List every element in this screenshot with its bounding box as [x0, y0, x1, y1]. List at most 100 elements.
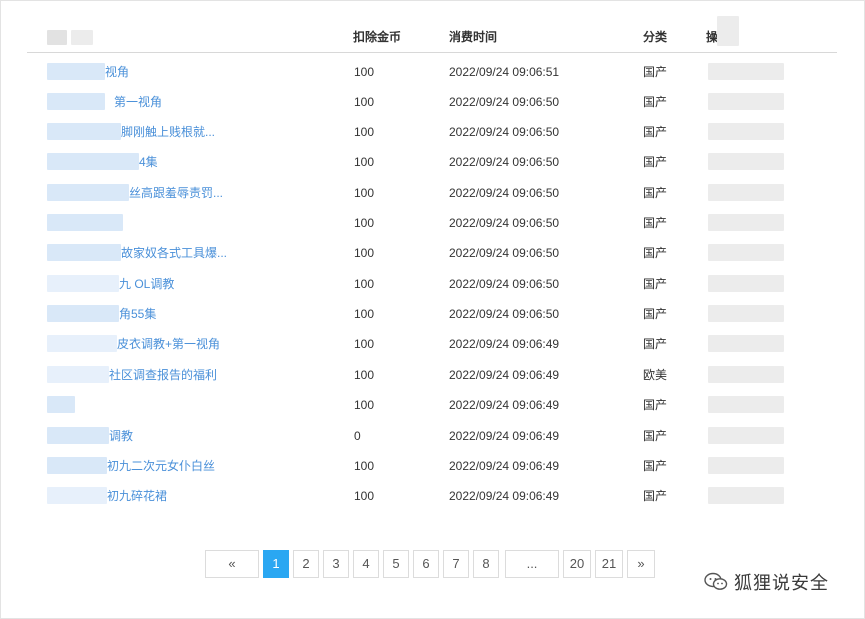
row-title-link[interactable]: 调教	[109, 429, 133, 443]
redacted-action[interactable]	[708, 457, 784, 474]
page-button-21[interactable]: 21	[595, 550, 623, 578]
row-title-link[interactable]: 4集	[139, 155, 158, 169]
page-button-3[interactable]: 3	[323, 550, 349, 578]
redacted-title	[47, 427, 109, 444]
redacted-action[interactable]	[708, 366, 784, 383]
table-row: 100 2022/09/24 09:06:49 国产	[0, 390, 865, 420]
table-row: 4集 100 2022/09/24 09:06:50 国产	[0, 147, 865, 177]
row-title-link[interactable]: 皮衣调教+第一视角	[117, 337, 220, 351]
redacted-action[interactable]	[708, 244, 784, 261]
row-coins: 100	[354, 398, 375, 412]
redacted-header-action	[717, 16, 739, 46]
row-coins: 100	[354, 337, 375, 351]
table-row: 调教 0 2022/09/24 09:06:49 国产	[0, 421, 865, 451]
row-title-link[interactable]: 故家奴各式工具爆...	[121, 246, 227, 260]
row-title-link[interactable]: 丝高跟羞辱责罚...	[129, 186, 223, 200]
table-row: 丝高跟羞辱责罚... 100 2022/09/24 09:06:50 国产	[0, 178, 865, 208]
table-row: 视角 100 2022/09/24 09:06:51 国产	[0, 57, 865, 87]
redacted-action[interactable]	[708, 305, 784, 322]
row-time: 2022/09/24 09:06:50	[449, 186, 560, 200]
row-time: 2022/09/24 09:06:51	[449, 65, 560, 79]
redacted-title	[47, 335, 117, 352]
row-time: 2022/09/24 09:06:49	[449, 398, 560, 412]
redacted-action[interactable]	[708, 63, 784, 80]
redacted-action[interactable]	[708, 396, 784, 413]
redacted-action[interactable]	[708, 93, 784, 110]
row-category: 国产	[643, 95, 668, 109]
row-coins: 100	[354, 459, 375, 473]
row-coins: 100	[354, 216, 375, 230]
page-button-20[interactable]: 20	[563, 550, 591, 578]
row-time: 2022/09/24 09:06:49	[449, 489, 560, 503]
redacted-action[interactable]	[708, 487, 784, 504]
row-title-link[interactable]: 第一视角	[114, 95, 162, 109]
row-title-link[interactable]: 社区调查报告的福利	[109, 368, 217, 382]
redacted-title	[47, 305, 119, 322]
header-category: 分类	[643, 30, 668, 44]
page-button-1[interactable]: 1	[263, 550, 289, 578]
table-row: 社区调查报告的福利 100 2022/09/24 09:06:49 欧美	[0, 360, 865, 390]
redacted-title	[47, 93, 105, 110]
redacted-action[interactable]	[708, 275, 784, 292]
redacted-header-title-2	[71, 30, 93, 45]
redacted-title	[47, 487, 107, 504]
table-row: 初九二次元女仆白丝 100 2022/09/24 09:06:49 国产	[0, 451, 865, 481]
redacted-action[interactable]	[708, 123, 784, 140]
row-time: 2022/09/24 09:06:50	[449, 277, 560, 291]
table-header: 扣除金币 消费时间 分类 操	[27, 16, 837, 53]
row-coins: 100	[354, 246, 375, 260]
row-time: 2022/09/24 09:06:49	[449, 337, 560, 351]
row-category: 国产	[643, 459, 668, 473]
row-title-link[interactable]: 初九碎花裙	[107, 489, 167, 503]
redacted-action[interactable]	[708, 153, 784, 170]
redacted-action[interactable]	[708, 335, 784, 352]
row-coins: 100	[354, 155, 375, 169]
page-button-7[interactable]: 7	[443, 550, 469, 578]
page-button-6[interactable]: 6	[413, 550, 439, 578]
redacted-title	[47, 153, 139, 170]
row-title-link[interactable]: 九 OL调教	[119, 277, 174, 291]
row-title-link[interactable]: 脚刚触上贱根就...	[121, 125, 215, 139]
redacted-action[interactable]	[708, 214, 784, 231]
page-button-8[interactable]: 8	[473, 550, 499, 578]
header-coins: 扣除金币	[353, 30, 402, 44]
redacted-title	[47, 63, 105, 80]
row-category: 国产	[643, 337, 668, 351]
page-ellipsis: ...	[505, 550, 559, 578]
row-category: 国产	[643, 186, 668, 200]
page-prev-button[interactable]: «	[205, 550, 259, 578]
redacted-title	[47, 123, 121, 140]
redacted-title	[47, 396, 75, 413]
page-next-button[interactable]: »	[627, 550, 655, 578]
row-category: 国产	[643, 65, 668, 79]
row-category: 国产	[643, 155, 668, 169]
table-row: 皮衣调教+第一视角 100 2022/09/24 09:06:49 国产	[0, 329, 865, 359]
page-button-5[interactable]: 5	[383, 550, 409, 578]
row-title-link[interactable]: 初九二次元女仆白丝	[107, 459, 215, 473]
redacted-title	[47, 457, 107, 474]
table-row: 100 2022/09/24 09:06:50 国产	[0, 208, 865, 238]
table-row: 第一视角 100 2022/09/24 09:06:50 国产	[0, 87, 865, 117]
row-coins: 100	[354, 489, 375, 503]
redacted-action[interactable]	[708, 184, 784, 201]
page-button-2[interactable]: 2	[293, 550, 319, 578]
row-category: 国产	[643, 489, 668, 503]
row-time: 2022/09/24 09:06:50	[449, 95, 560, 109]
page-button-4[interactable]: 4	[353, 550, 379, 578]
row-time: 2022/09/24 09:06:49	[449, 459, 560, 473]
redacted-action[interactable]	[708, 427, 784, 444]
row-category: 国产	[643, 277, 668, 291]
row-coins: 100	[354, 95, 375, 109]
row-coins: 100	[354, 307, 375, 321]
row-category: 欧美	[643, 368, 668, 382]
row-title-link[interactable]: 视角	[105, 65, 129, 79]
row-category: 国产	[643, 429, 668, 443]
redacted-header-title	[47, 30, 67, 45]
row-coins: 100	[354, 125, 375, 139]
row-time: 2022/09/24 09:06:50	[449, 216, 560, 230]
row-coins: 100	[354, 65, 375, 79]
row-title-link[interactable]: 角55集	[119, 307, 156, 321]
row-coins: 100	[354, 186, 375, 200]
table-row: 初九碎花裙 100 2022/09/24 09:06:49 国产	[0, 481, 865, 511]
row-time: 2022/09/24 09:06:50	[449, 307, 560, 321]
